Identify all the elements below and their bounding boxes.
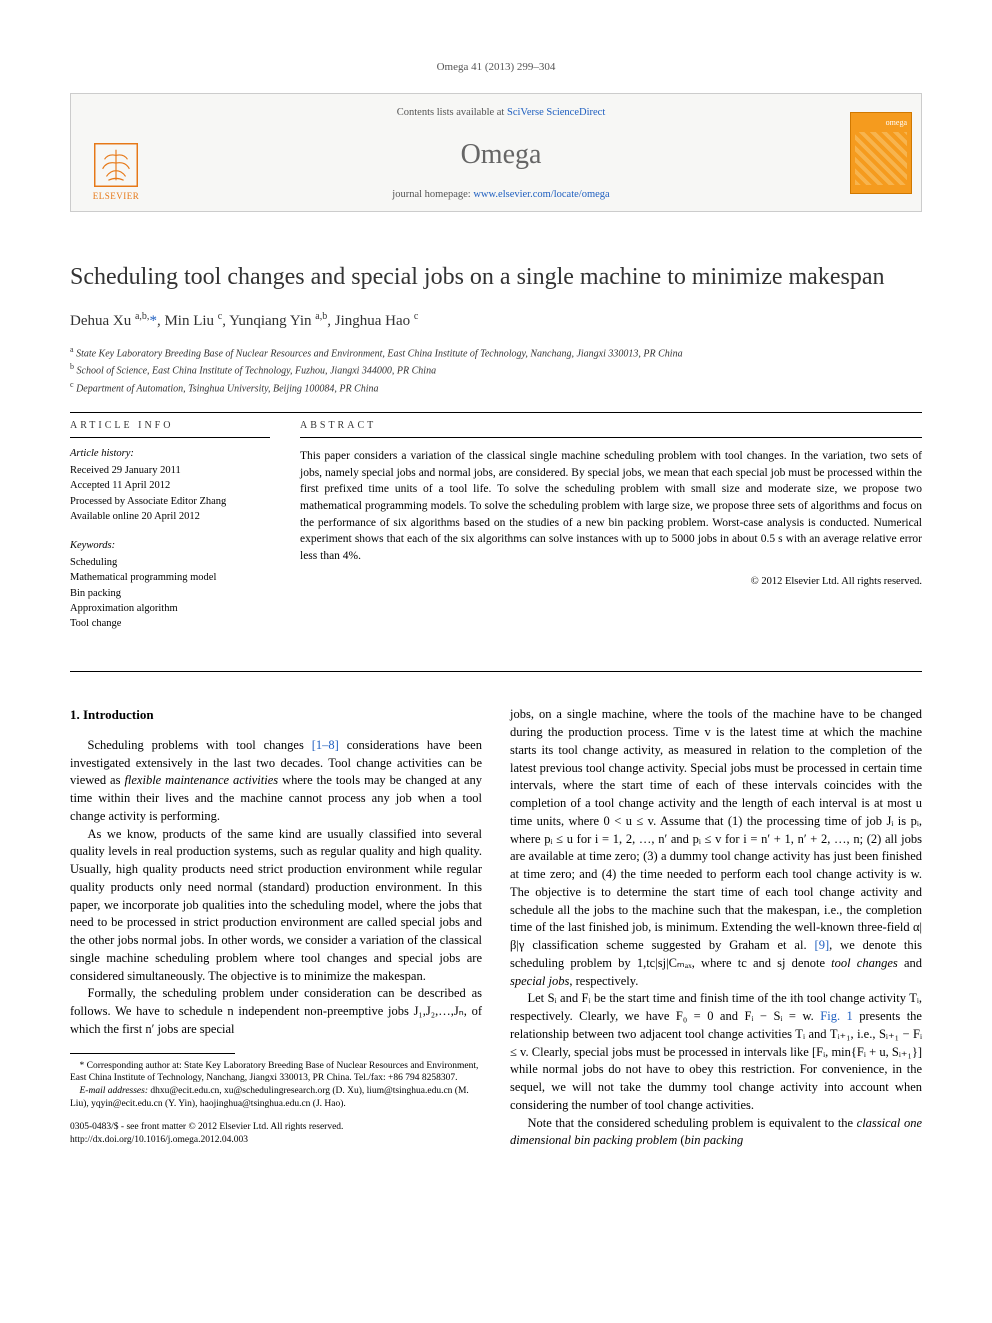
doi-block: 0305-0483/$ - see front matter © 2012 El… [70,1121,482,1147]
keyword: Tool change [70,616,270,631]
article-info-column: ARTICLE INFO Article history: Received 2… [70,413,270,631]
footnotes: * Corresponding author at: State Key Lab… [70,1060,482,1111]
keyword: Approximation algorithm [70,601,270,616]
body-paragraph: jobs, on a single machine, where the too… [510,706,922,990]
article-body: 1. Introduction Scheduling problems with… [70,706,922,1150]
affiliation-line: b School of Science, East China Institut… [70,361,922,378]
citation-link[interactable]: Fig. 1 [820,1009,853,1023]
footnote-separator [70,1053,235,1054]
journal-cover-label: omega [855,117,907,128]
keyword: Bin packing [70,586,270,601]
history-line: Accepted 11 April 2012 [70,478,270,493]
contents-lists-line: Contents lists available at SciVerse Sci… [161,106,841,121]
body-paragraph: Formally, the scheduling problem under c… [70,985,482,1038]
journal-masthead: ELSEVIER Contents lists available at Sci… [70,93,922,212]
masthead-center: Contents lists available at SciVerse Sci… [161,94,841,211]
front-matter-line: 0305-0483/$ - see front matter © 2012 El… [70,1121,482,1134]
homepage-prefix: journal homepage: [392,189,473,200]
history-line: Received 29 January 2011 [70,463,270,478]
contents-prefix: Contents lists available at [397,107,507,118]
history-line: Processed by Associate Editor Zhang [70,494,270,509]
journal-cover-art [855,132,907,185]
abstract-heading: ABSTRACT [300,413,922,438]
elsevier-tree-icon [94,143,138,187]
email-addresses-note: E-mail addresses: dhxu@ecit.edu.cn, xu@s… [70,1085,482,1111]
journal-name: Omega [161,135,841,174]
publisher-name: ELSEVIER [93,190,140,203]
publisher-logo-cell: ELSEVIER [71,94,161,211]
keywords-label: Keywords: [70,538,270,553]
journal-cover: omega [850,112,912,194]
body-paragraph: Scheduling problems with tool changes [1… [70,737,482,826]
journal-cover-cell: omega [841,94,921,211]
header-citation: Omega 41 (2013) 299–304 [70,60,922,75]
abstract-copyright: © 2012 Elsevier Ltd. All rights reserved… [300,575,922,590]
history-line: Available online 20 April 2012 [70,509,270,524]
citation-link[interactable]: [1–8] [312,738,339,752]
bottom-rule [70,671,922,672]
affiliation-line: c Department of Automation, Tsinghua Uni… [70,379,922,396]
affiliations: a State Key Laboratory Breeding Base of … [70,344,922,396]
section-heading: 1. Introduction [70,706,482,724]
authors-line: Dehua Xu a,b,*, Min Liu c, Yunqiang Yin … [70,310,922,332]
article-history: Article history: Received 29 January 201… [70,446,270,524]
corr-label: * Corresponding author at: [80,1061,184,1071]
body-paragraph: Let Sᵢ and Fᵢ be the start time and fini… [510,990,922,1114]
journal-homepage-link[interactable]: www.elsevier.com/locate/omega [473,189,609,200]
keyword: Mathematical programming model [70,570,270,585]
article-title: Scheduling tool changes and special jobs… [70,262,922,292]
abstract-text: This paper considers a variation of the … [300,448,922,565]
corresponding-author-note: * Corresponding author at: State Key Lab… [70,1060,482,1086]
keywords-block: Keywords: SchedulingMathematical program… [70,538,270,631]
sciencedirect-link[interactable]: SciVerse ScienceDirect [507,107,605,118]
citation-link[interactable]: [9] [815,938,830,952]
abstract-column: ABSTRACT This paper considers a variatio… [300,413,922,631]
section-number: 1. [70,707,80,722]
doi-link[interactable]: http://dx.doi.org/10.1016/j.omega.2012.0… [70,1134,482,1147]
history-label: Article history: [70,446,270,461]
article-info-heading: ARTICLE INFO [70,413,270,438]
section-title: Introduction [83,707,154,722]
body-paragraph: Note that the considered scheduling prob… [510,1115,922,1151]
elsevier-logo: ELSEVIER [86,133,146,203]
email-label: E-mail addresses: [80,1086,151,1096]
journal-homepage-line: journal homepage: www.elsevier.com/locat… [161,188,841,203]
keyword: Scheduling [70,555,270,570]
affiliation-line: a State Key Laboratory Breeding Base of … [70,344,922,361]
body-paragraph: As we know, products of the same kind ar… [70,826,482,986]
